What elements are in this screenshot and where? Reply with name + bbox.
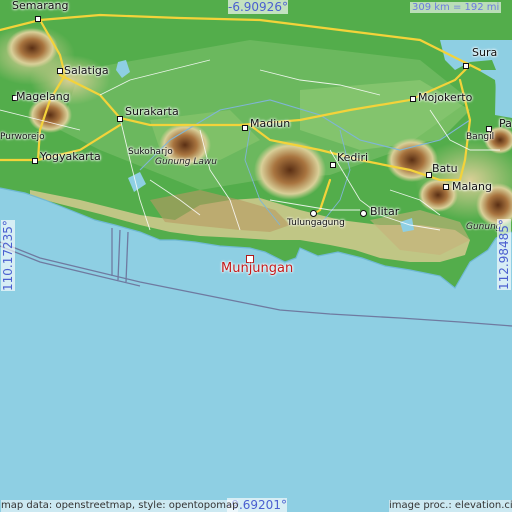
blitar-marker[interactable]: [360, 210, 367, 217]
city-label-blitar[interactable]: Blitar: [370, 206, 399, 218]
mojokerto-marker[interactable]: [410, 96, 416, 102]
city-label-yogyakarta[interactable]: Yogyakarta: [40, 151, 101, 163]
semarang-marker[interactable]: [35, 16, 41, 22]
city-label-bangil[interactable]: Bangil: [466, 131, 494, 143]
yogyakarta-marker[interactable]: [32, 158, 38, 164]
attribution-map-data: map data: openstreetmap, style: opentopo…: [1, 500, 239, 512]
volcano-ungaran: [6, 28, 58, 68]
malang-marker[interactable]: [443, 184, 449, 190]
tulungagung-marker[interactable]: [310, 210, 317, 217]
city-label-sura[interactable]: Sura: [472, 47, 497, 59]
city-label-madiun[interactable]: Madiun: [250, 118, 290, 130]
city-label-semarang[interactable]: Semarang: [12, 0, 68, 12]
scale-bar-label: 309 km = 192 mi: [410, 2, 502, 13]
location-marker-label[interactable]: Munjungan: [221, 261, 293, 276]
city-label-tulungagung[interactable]: Tulungagung: [287, 217, 345, 229]
kediri-marker[interactable]: [330, 162, 336, 168]
peak-label-lawu: Gunung Lawu: [155, 157, 217, 167]
coord-top: -6.90926°: [228, 0, 288, 14]
city-label-mojokerto[interactable]: Mojokerto: [418, 92, 472, 104]
surakarta-marker[interactable]: [117, 116, 123, 122]
madiun-marker[interactable]: [242, 125, 248, 131]
coord-right: 112.98485°: [497, 219, 511, 290]
coord-left: 110.17235°: [1, 220, 15, 291]
salatiga-marker[interactable]: [57, 68, 63, 74]
attribution-image-proc: image proc.: elevation.city: [389, 500, 512, 512]
city-label-magelang[interactable]: Magelang: [16, 91, 70, 103]
city-label-purworejo[interactable]: Purworejo: [0, 131, 45, 143]
sura-marker[interactable]: [463, 63, 469, 69]
map-canvas[interactable]: Semarang Salatiga Magelang Surakarta Mad…: [0, 0, 512, 512]
city-label-batu[interactable]: Batu: [432, 163, 458, 175]
city-label-kediri[interactable]: Kediri: [337, 152, 368, 164]
city-label-salatiga[interactable]: Salatiga: [64, 65, 109, 77]
city-label-pa[interactable]: Pa: [499, 118, 512, 130]
city-label-surakarta[interactable]: Surakarta: [125, 106, 179, 118]
city-label-malang[interactable]: Malang: [452, 181, 492, 193]
